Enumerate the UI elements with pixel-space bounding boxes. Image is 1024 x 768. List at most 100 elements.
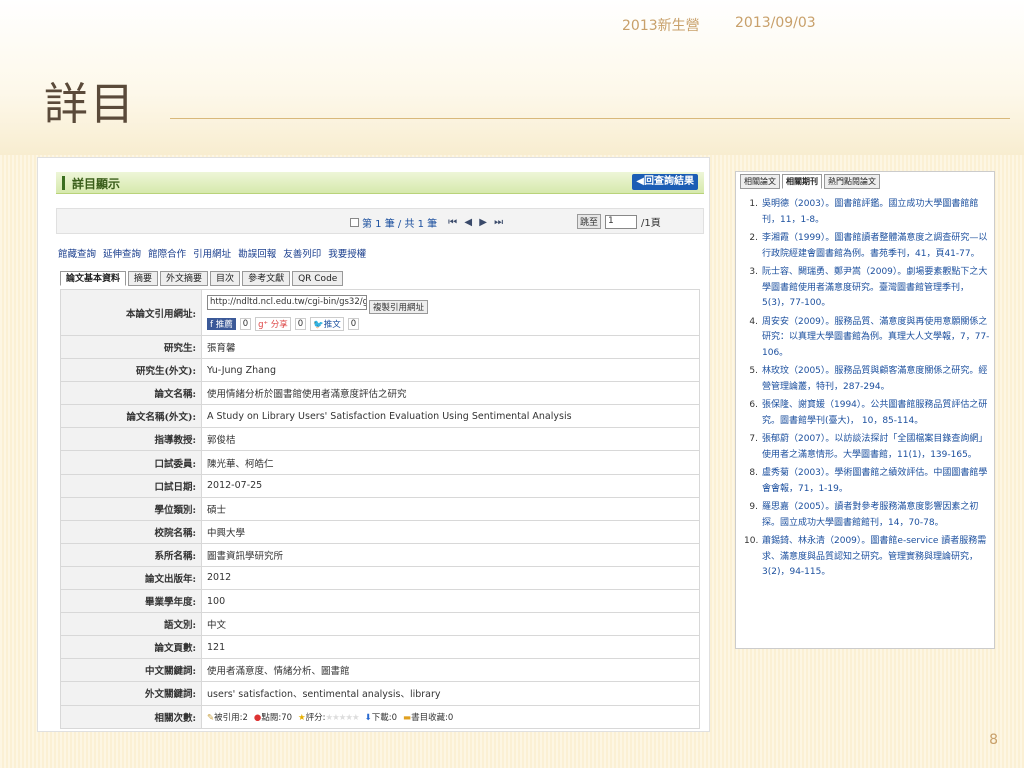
tab-references[interactable]: 參考文獻 [242, 271, 291, 286]
field-label: 論文名稱: [60, 381, 202, 406]
list-item[interactable]: 10. 蕭錫錡、林永清（2009）。圖書館e-service 讀者服務需求、滿意度… [744, 534, 990, 581]
link-extended-search[interactable]: 延伸查詢 [103, 249, 141, 260]
jump-total: /1頁 [641, 218, 661, 229]
pager-center: 第 1 筆 / 共 1 筆 ⏮ ◀ ▶ ⏭ [350, 215, 505, 230]
views-count: ●點閱:70 [253, 712, 293, 723]
tab-abstract[interactable]: 摘要 [128, 271, 159, 286]
gplus-count: 0 [294, 317, 307, 330]
tab-qr-code[interactable]: QR Code [292, 271, 344, 286]
url-label: 本論文引用網址: [60, 289, 202, 336]
list-item[interactable]: 3. 阮士容、闕瑞勇、鄭尹嵩（2009）。劇場要素觀點下之大學圖書館使用者滿意度研… [744, 265, 990, 312]
field-value: 100 [201, 589, 700, 614]
field-label: 論文出版年: [60, 565, 202, 591]
twitter-count: 0 [347, 317, 360, 330]
field-value: 121 [201, 635, 700, 660]
tab-foreign-abstract[interactable]: 外文摘要 [160, 271, 209, 286]
share-row: f 推薦 0 g⁺ 分享 0 🐦推文 0 [207, 316, 694, 331]
tab-basic-info[interactable]: 論文基本資料 [60, 271, 127, 286]
author-link[interactable]: 張育馨 [201, 334, 700, 360]
jump-control: 跳至 1 /1頁 [577, 214, 661, 229]
copy-url-button[interactable]: 複製引用網址 [369, 299, 429, 314]
cited-count: ✎被引用:2 [207, 712, 248, 723]
rating: ★評分:★★★★★ [298, 712, 360, 723]
url-field[interactable]: http://ndltd.ncl.edu.tw/cgi-bin/gs32/gs [207, 294, 367, 310]
author-foreign-link[interactable]: Yu-Jung Zhang [201, 358, 700, 383]
page-number: 8 [989, 732, 998, 748]
field-label: 外文關鍵詞: [60, 681, 202, 706]
detail-header: 詳目顯示 ◀回查詢結果 [56, 172, 704, 194]
stats-row: ✎被引用:2 ●點閱:70 ★評分:★★★★★ ⬇下載:0 ▬書目收藏:0 [207, 711, 694, 723]
field-value: A Study on Library Users' Satisfaction E… [201, 404, 700, 429]
twitter-share-button[interactable]: 🐦推文 [310, 316, 344, 331]
field-label: 畢業學年度: [60, 589, 202, 614]
field-value: 2012-07-25 [201, 473, 700, 498]
field-label: 中文關鍵詞: [60, 658, 202, 683]
advisor-link[interactable]: 郭俊桔 [201, 427, 700, 452]
facebook-share-button[interactable]: f 推薦 [207, 317, 236, 330]
related-list: 1. 吳明德（2003）。圖書館評鑑。國立成功大學圖書館館刊，11，1-8。 2.… [744, 197, 990, 584]
detail-tabs: 論文基本資料 摘要 外文摘要 目次 參考文獻 QR Code [60, 271, 344, 286]
link-errata[interactable]: 勘誤回報 [238, 249, 276, 260]
table-row: 指導教授: 郭俊桔 [60, 427, 700, 452]
folder-icon: ▬ [403, 712, 412, 723]
table-row: 研究生(外文): Yu-Jung Zhang [60, 358, 700, 383]
pager-nav-icon[interactable]: ⏮ ◀ ▶ ⏭ [448, 217, 505, 228]
list-item[interactable]: 2. 李湘霞（1999）。圖書館讀者整體滿意度之調查研究—以行政院經建會圖書館為例… [744, 231, 990, 262]
header-bar-icon [62, 176, 65, 190]
back-to-results-button[interactable]: ◀回查詢結果 [632, 174, 698, 190]
school-link[interactable]: 中興大學 [201, 519, 700, 544]
table-row: 論文名稱(外文): A Study on Library Users' Satis… [60, 404, 700, 429]
table-row: 畢業學年度: 100 [60, 589, 700, 614]
link-authorize[interactable]: 我要授權 [328, 249, 366, 260]
table-row: 校院名稱: 中興大學 [60, 519, 700, 544]
link-holdings[interactable]: 館藏查詢 [58, 249, 96, 260]
table-row: 語文別: 中文 [60, 612, 700, 637]
field-label: 口試日期: [60, 473, 202, 498]
foreign-keyword-links[interactable]: users' satisfaction、sentimental analysis… [201, 681, 700, 706]
link-print[interactable]: 友善列印 [283, 249, 321, 260]
field-label: 指導教授: [60, 427, 202, 452]
tab-popular-theses[interactable]: 熱門點閱論文 [824, 174, 880, 189]
gplus-share-button[interactable]: g⁺ 分享 [255, 316, 291, 331]
list-item[interactable]: 7. 張郁蔚（2007）。以訪談法探討「全國檔案目錄查詢網」使用者之滿意情形。大學… [744, 432, 990, 463]
tab-related-theses[interactable]: 相關論文 [740, 174, 780, 189]
tab-related-journals[interactable]: 相關期刊 [782, 174, 822, 189]
download-icon: ⬇ [364, 712, 372, 723]
link-cite-url[interactable]: 引用網址 [193, 249, 231, 260]
table-row: 相關次數: ✎被引用:2 ●點閱:70 ★評分:★★★★★ ⬇下載:0 ▬書目收… [60, 704, 700, 729]
list-item[interactable]: 4. 周安安（2009）。服務品質、滿意度與再使用意願關係之研究：以真理大學圖書館… [744, 315, 990, 362]
table-row: 論文頁數: 121 [60, 635, 700, 660]
list-item[interactable]: 1. 吳明德（2003）。圖書館評鑑。國立成功大學圖書館館刊，11，1-8。 [744, 197, 990, 228]
field-label: 研究生(外文): [60, 358, 202, 383]
list-item[interactable]: 9. 羅思嘉（2005）。讀者對參考服務滿意度影響因素之初探。國立成功大學圖書館館… [744, 500, 990, 531]
keyword-links[interactable]: 使用者滿意度、情緒分析、圖書館 [201, 658, 700, 683]
list-item[interactable]: 8. 盧秀菊（2003）。學術圖書館之績效評估。中國圖書館學會會報，71，1-19… [744, 466, 990, 497]
list-item[interactable]: 6. 張保隆、謝寶媛（1994）。公共圖書館服務品質評估之研究。圖書館學刊(臺大)… [744, 398, 990, 429]
field-label: 相關次數: [60, 704, 202, 729]
field-label: 語文別: [60, 612, 202, 637]
jump-button[interactable]: 跳至 [577, 214, 602, 229]
tab-toc[interactable]: 目次 [210, 271, 241, 286]
field-value: 2012 [201, 565, 700, 591]
list-item[interactable]: 5. 林玫玟（2005）。服務品質與顧客滿意度關係之研究。經營管理論叢，特刊，28… [744, 364, 990, 395]
field-label: 校院名稱: [60, 519, 202, 544]
table-row: 學位類別: 碩士 [60, 496, 700, 521]
bookmarks-count: ▬書目收藏:0 [403, 712, 454, 723]
select-checkbox[interactable] [350, 218, 359, 227]
slide-header-event: 2013新生營 [622, 18, 700, 34]
rating-stars-icon[interactable]: ★★★★★ [326, 713, 360, 723]
record-table: 本論文引用網址: http://ndltd.ncl.edu.tw/cgi-bin… [60, 289, 700, 729]
link-interlibrary[interactable]: 館際合作 [148, 249, 186, 260]
pager-bar: 第 1 筆 / 共 1 筆 ⏮ ◀ ▶ ⏭ 跳至 1 /1頁 [56, 208, 704, 234]
field-label: 研究生: [60, 334, 202, 360]
committee-link[interactable]: 陳光華、柯皓仁 [201, 450, 700, 475]
department-link[interactable]: 圖書資訊學研究所 [201, 542, 700, 567]
field-value: 碩士 [201, 496, 700, 521]
pager-text: 第 1 筆 / 共 1 筆 [362, 219, 438, 230]
detail-panel: 詳目顯示 ◀回查詢結果 第 1 筆 / 共 1 筆 ⏮ ◀ ▶ ⏭ 跳至 1 /… [37, 157, 710, 732]
jump-input[interactable]: 1 [605, 214, 638, 229]
table-row: 口試委員: 陳光華、柯皓仁 [60, 450, 700, 475]
field-value: 中文 [201, 612, 700, 637]
star-icon: ★ [298, 712, 306, 723]
field-label: 系所名稱: [60, 542, 202, 567]
